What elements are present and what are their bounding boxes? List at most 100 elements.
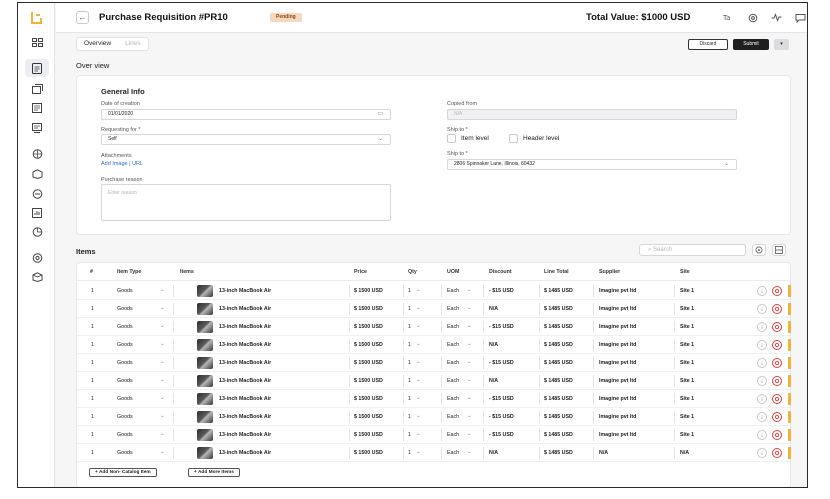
settings-icon[interactable] — [31, 253, 43, 263]
price-value[interactable]: $ 1500 USD — [354, 396, 383, 402]
item-name[interactable]: 13-inch MacBook Air — [219, 396, 271, 402]
supplier-value[interactable]: Imagine pvt ltd — [599, 342, 636, 348]
price-value[interactable]: $ 1500 USD — [354, 414, 383, 420]
info-icon[interactable] — [757, 448, 767, 458]
item-type-select[interactable]: Goods — [117, 324, 133, 330]
receipt-icon[interactable] — [31, 123, 43, 133]
export-icon[interactable] — [772, 244, 786, 256]
discount-value[interactable]: N/A — [489, 450, 498, 456]
item-name[interactable]: 13-inch MacBook Air — [219, 306, 271, 312]
item-level-checkbox[interactable] — [447, 134, 456, 143]
remove-icon[interactable] — [772, 358, 782, 368]
qty-stepper-icon[interactable]: ⌄ — [416, 341, 420, 347]
qty-stepper-icon[interactable]: ⌄ — [416, 359, 420, 365]
header-level-option[interactable]: Header level — [509, 134, 560, 143]
site-value[interactable]: Site 1 — [680, 432, 694, 438]
supplier-value[interactable]: Imagine pvt ltd — [599, 378, 636, 384]
site-value[interactable]: Site 1 — [680, 396, 694, 402]
uom-select[interactable]: Each — [447, 360, 459, 366]
discount-value[interactable]: - $15 USD — [489, 432, 514, 438]
qty-stepper-icon[interactable]: ⌄ — [416, 431, 420, 437]
qty-value[interactable]: 1 — [408, 414, 411, 420]
qty-stepper-icon[interactable]: ⌄ — [416, 305, 420, 311]
site-value[interactable]: Site 1 — [680, 414, 694, 420]
price-value[interactable]: $ 1500 USD — [354, 288, 383, 294]
back-arrow-icon[interactable]: ← — [76, 11, 89, 24]
supplier-value[interactable]: Imagine pvt ltd — [599, 306, 636, 312]
calendar-icon[interactable]: ▭ — [377, 110, 383, 119]
info-icon[interactable] — [757, 286, 767, 296]
info-icon[interactable] — [757, 394, 767, 404]
supplier-value[interactable]: Imagine pvt ltd — [599, 324, 636, 330]
remove-icon[interactable] — [772, 394, 782, 404]
supplier-value[interactable]: Imagine pvt ltd — [599, 288, 636, 294]
item-name[interactable]: 13-inch MacBook Air — [219, 360, 271, 366]
site-value[interactable]: Site 1 — [680, 342, 694, 348]
info-icon[interactable] — [757, 430, 767, 440]
catalog-icon[interactable] — [31, 169, 43, 179]
invoice-icon[interactable] — [31, 103, 43, 113]
more-actions-button[interactable]: ▾ — [774, 39, 789, 50]
item-name[interactable]: 13-inch MacBook Air — [219, 378, 271, 384]
table-row[interactable]: 1 Goods ⌄ 13-inch MacBook Air $ 1500 USD 1 ⌄ Ea… — [77, 444, 791, 462]
item-type-select[interactable]: Goods — [117, 432, 133, 438]
price-value[interactable]: $ 1500 USD — [354, 450, 383, 456]
price-value[interactable]: $ 1500 USD — [354, 342, 383, 348]
discount-value[interactable]: N/A — [489, 306, 498, 312]
remove-icon[interactable] — [772, 412, 782, 422]
analytics-icon[interactable] — [31, 227, 43, 237]
discount-value[interactable]: N/A — [489, 342, 498, 348]
price-value[interactable]: $ 1500 USD — [354, 432, 383, 438]
qty-stepper-icon[interactable]: ⌄ — [416, 449, 420, 455]
price-value[interactable]: $ 1500 USD — [354, 324, 383, 330]
uom-select[interactable]: Each — [447, 396, 459, 402]
price-value[interactable]: $ 1500 USD — [354, 378, 383, 384]
item-name[interactable]: 13-inch MacBook Air — [219, 432, 271, 438]
add-more-items-button[interactable]: + Add More Items — [188, 468, 240, 477]
discount-value[interactable]: N/A — [489, 378, 498, 384]
discount-value[interactable]: - $15 USD — [489, 324, 514, 330]
info-icon[interactable] — [757, 304, 767, 314]
qty-value[interactable]: 1 — [408, 378, 411, 384]
table-row[interactable]: 1 Goods ⌄ 13-inch MacBook Air $ 1500 USD 1 ⌄ Ea… — [77, 354, 791, 372]
item-name[interactable]: 13-inch MacBook Air — [219, 324, 271, 330]
remove-icon[interactable] — [772, 286, 782, 296]
submit-button[interactable]: Submit — [733, 39, 769, 50]
info-icon[interactable] — [757, 322, 767, 332]
item-type-select[interactable]: Goods — [117, 396, 133, 402]
item-level-option[interactable]: Item level — [447, 134, 489, 143]
info-icon[interactable] — [757, 376, 767, 386]
column-settings-icon[interactable] — [752, 244, 766, 256]
site-value[interactable]: Site 1 — [680, 306, 694, 312]
discard-button[interactable]: Discard — [688, 39, 728, 50]
suppliers-icon[interactable] — [31, 149, 43, 159]
dashboard-icon[interactable] — [31, 37, 43, 47]
supplier-value[interactable]: Imagine pvt ltd — [599, 432, 636, 438]
requisition-icon[interactable] — [25, 59, 49, 77]
item-type-select[interactable]: Goods — [117, 360, 133, 366]
item-type-select[interactable]: Goods — [117, 288, 133, 294]
item-name[interactable]: 13-inch MacBook Air — [219, 414, 271, 420]
item-name[interactable]: 13-inch MacBook Air — [219, 450, 271, 456]
qty-stepper-icon[interactable]: ⌄ — [416, 377, 420, 383]
uom-select[interactable]: Each — [447, 432, 459, 438]
uom-select[interactable]: Each — [447, 450, 459, 456]
budget-icon[interactable] — [31, 189, 43, 199]
qty-stepper-icon[interactable]: ⌄ — [416, 395, 420, 401]
help-icon[interactable] — [31, 272, 43, 282]
table-row[interactable]: 1 Goods ⌄ 13-inch MacBook Air $ 1500 USD 1 ⌄ Ea… — [77, 300, 791, 318]
reports-icon[interactable] — [31, 208, 43, 218]
discount-value[interactable]: - $15 USD — [489, 288, 514, 294]
add-non-catalog-item-button[interactable]: + Add Non- Catalog Item — [89, 468, 157, 477]
qty-stepper-icon[interactable]: ⌄ — [416, 413, 420, 419]
info-icon[interactable] — [757, 340, 767, 350]
discount-value[interactable]: - $15 USD — [489, 396, 514, 402]
tab-lines[interactable]: Lines — [118, 38, 148, 50]
remove-icon[interactable] — [772, 322, 782, 332]
remove-icon[interactable] — [772, 340, 782, 350]
tab-overview[interactable]: Overview — [77, 38, 118, 50]
table-row[interactable]: 1 Goods ⌄ 13-inch MacBook Air $ 1500 USD 1 ⌄ Ea… — [77, 336, 791, 354]
reason-textarea[interactable]: Enter reason — [101, 184, 391, 221]
qty-value[interactable]: 1 — [408, 342, 411, 348]
qty-value[interactable]: 1 — [408, 360, 411, 366]
